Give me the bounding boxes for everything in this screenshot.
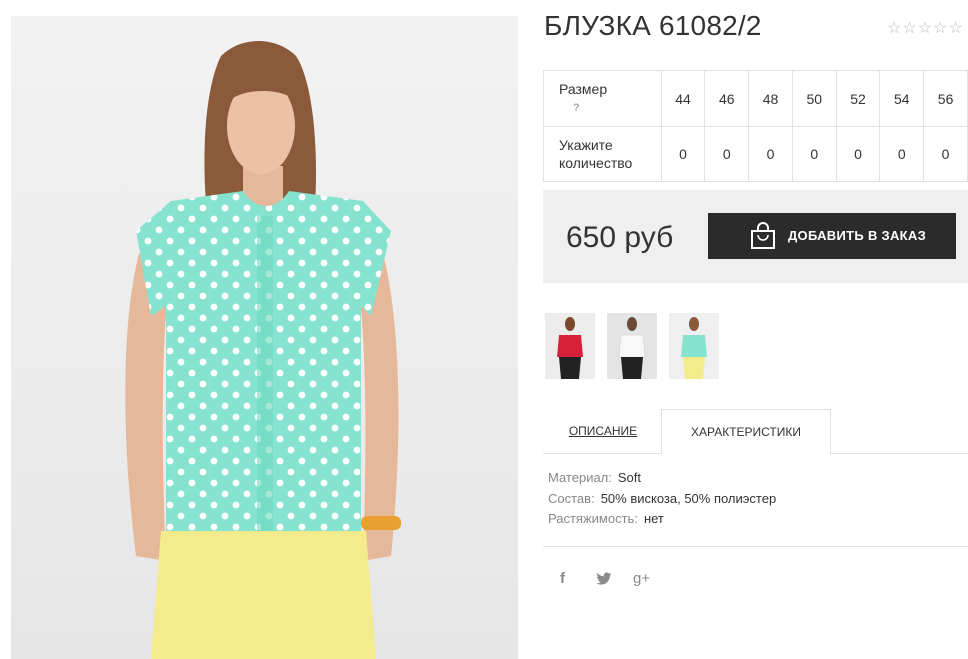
size-44: 44 xyxy=(660,70,706,127)
blouse-white-thumbnail-icon xyxy=(607,313,657,379)
facebook-icon[interactable]: f xyxy=(560,570,565,587)
characteristic-key: Материал: xyxy=(548,470,612,485)
size-label: Размер xyxy=(559,81,608,97)
characteristic-row: Растяжимость: нет xyxy=(548,511,776,532)
characteristics-list: Материал: Soft Состав: 50% вискоза, 50% по… xyxy=(548,470,776,532)
characteristic-row: Материал: Soft xyxy=(548,470,776,491)
thumbnail-mint[interactable] xyxy=(669,313,719,379)
price: 650 руб xyxy=(566,221,674,254)
thumbnail-red[interactable] xyxy=(545,313,595,379)
star-icon[interactable]: ☆ xyxy=(948,20,962,37)
add-to-order-button[interactable]: ДОБАВИТЬ В ЗАКАЗ xyxy=(708,213,956,259)
quantity-input-50[interactable]: 0 xyxy=(791,126,837,182)
characteristic-value: Soft xyxy=(617,470,642,485)
quantity-input-46[interactable]: 0 xyxy=(704,126,750,182)
star-icon[interactable]: ☆ xyxy=(933,20,947,37)
rating-stars[interactable]: ☆☆☆☆☆ xyxy=(887,18,964,38)
size-help-icon[interactable]: ? xyxy=(559,99,661,117)
quantity-label: Укажите количество xyxy=(543,126,662,182)
quantity-row: Укажите количество 0 0 0 0 0 0 0 xyxy=(543,126,968,182)
characteristic-row: Состав: 50% вискоза, 50% полиэстер xyxy=(548,491,776,512)
thumbnail-white[interactable] xyxy=(607,313,657,379)
quantity-input-52[interactable]: 0 xyxy=(835,126,881,182)
star-icon[interactable]: ☆ xyxy=(887,20,901,37)
star-icon[interactable]: ☆ xyxy=(902,20,916,37)
model-photo xyxy=(11,16,518,659)
size-52: 52 xyxy=(835,70,881,127)
shopping-bag-icon xyxy=(751,222,775,249)
size-50: 50 xyxy=(791,70,837,127)
product-tabs: ОПИСАНИЕ ХАРАКТЕРИСТИКИ xyxy=(543,409,968,455)
quantity-input-56[interactable]: 0 xyxy=(923,126,968,182)
characteristic-key: Растяжимость: xyxy=(548,511,638,526)
google-plus-icon[interactable]: g+ xyxy=(633,570,650,587)
product-title: БЛУЗКА 61082/2 xyxy=(544,10,762,41)
size-row: Размер ? 44 46 48 50 52 54 56 xyxy=(543,70,968,127)
main-product-image[interactable] xyxy=(11,16,518,659)
quantity-input-54[interactable]: 0 xyxy=(879,126,925,182)
characteristic-value: нет xyxy=(643,511,664,526)
size-46: 46 xyxy=(704,70,750,127)
section-divider xyxy=(543,546,968,547)
tab-description[interactable]: ОПИСАНИЕ xyxy=(545,409,661,453)
size-quantity-table: Размер ? 44 46 48 50 52 54 56 Укажите ко… xyxy=(543,70,968,182)
price-panel: 650 руб ДОБАВИТЬ В ЗАКАЗ xyxy=(543,190,968,283)
characteristic-value: 50% вискоза, 50% полиэстер xyxy=(600,490,777,506)
star-icon[interactable]: ☆ xyxy=(918,20,932,37)
tab-characteristics[interactable]: ХАРАКТЕРИСТИКИ xyxy=(661,409,831,455)
add-to-order-label: ДОБАВИТЬ В ЗАКАЗ xyxy=(788,228,927,243)
twitter-icon[interactable] xyxy=(596,570,612,590)
size-54: 54 xyxy=(879,70,925,127)
blouse-red-thumbnail-icon xyxy=(545,313,595,379)
quantity-input-48[interactable]: 0 xyxy=(748,126,793,182)
quantity-input-44[interactable]: 0 xyxy=(660,126,706,182)
characteristic-key: Состав: xyxy=(548,490,595,506)
size-label-cell: Размер ? xyxy=(543,70,662,127)
size-48: 48 xyxy=(748,70,793,127)
blouse-mint-thumbnail-icon xyxy=(669,313,719,379)
size-56: 56 xyxy=(923,70,968,127)
